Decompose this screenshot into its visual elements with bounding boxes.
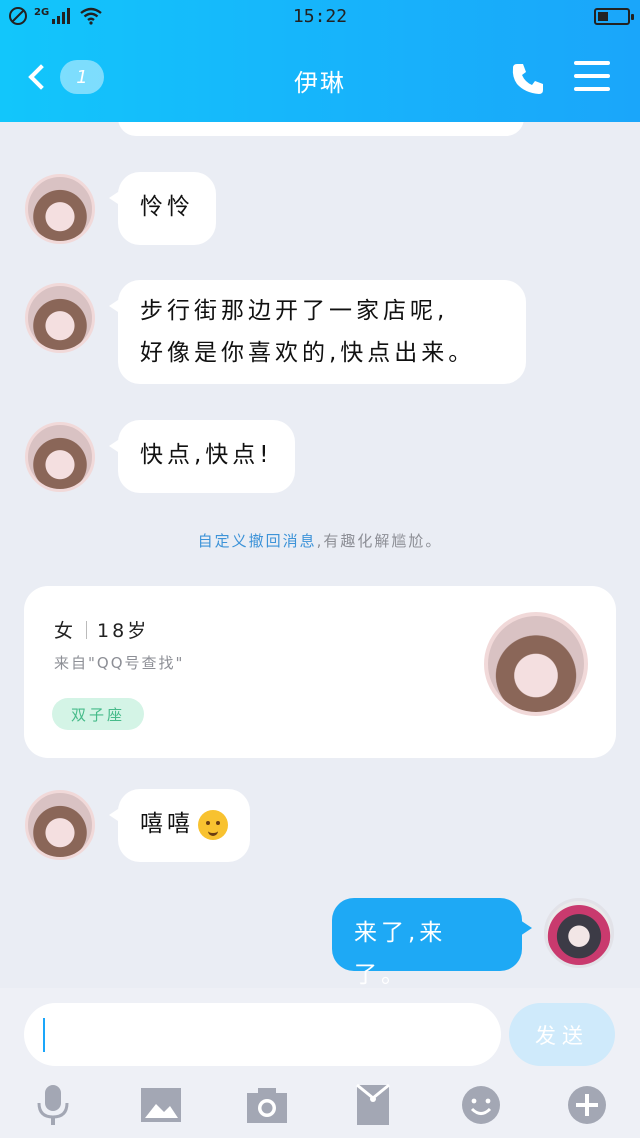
chat-header: 2G 15:22 1 伊琳 bbox=[0, 0, 640, 122]
message-text: 好像是你喜欢的,快点出来。 bbox=[140, 340, 476, 366]
profile-age: 18岁 bbox=[97, 620, 150, 642]
profile-gender-age: 女 18岁 bbox=[54, 616, 149, 643]
emoji-face-icon bbox=[462, 1086, 500, 1124]
image-icon bbox=[141, 1088, 181, 1122]
smile-emoji-icon bbox=[198, 809, 228, 840]
plus-icon bbox=[568, 1086, 606, 1124]
profile-card[interactable]: 女 18岁 来自"QQ号查找" 双子座 bbox=[24, 586, 616, 758]
call-button[interactable] bbox=[508, 59, 548, 99]
send-button[interactable]: 发送 bbox=[509, 1003, 615, 1066]
status-time: 15:22 bbox=[292, 6, 348, 27]
more-button[interactable] bbox=[562, 1080, 612, 1130]
message-input[interactable] bbox=[24, 1003, 501, 1066]
message-bubble[interactable]: 怜怜 bbox=[109, 172, 216, 245]
message-bubble[interactable]: 快点,快点! bbox=[109, 420, 295, 493]
menu-line bbox=[574, 87, 610, 91]
message-text: 嘻嘻 bbox=[140, 811, 194, 837]
text-cursor bbox=[43, 1018, 45, 1052]
chat-messages[interactable]: 怜怜 步行街那边开了一家店呢, 好像是你喜欢的,快点出来。 快点,快点! 自定义… bbox=[0, 122, 640, 988]
input-toolbar bbox=[0, 1080, 640, 1130]
camera-icon bbox=[247, 1088, 287, 1123]
voice-button[interactable] bbox=[28, 1080, 78, 1130]
message-bubble[interactable]: 嘻嘻 bbox=[109, 789, 250, 862]
message-text: 怜怜 bbox=[140, 194, 194, 220]
camera-button[interactable] bbox=[242, 1080, 292, 1130]
my-avatar[interactable] bbox=[544, 898, 614, 968]
message-text: 步行街那边开了一家店呢, bbox=[140, 298, 449, 324]
contact-avatar[interactable] bbox=[25, 174, 95, 244]
battery-level bbox=[598, 12, 608, 21]
contact-avatar[interactable] bbox=[25, 422, 95, 492]
menu-line bbox=[574, 61, 610, 65]
profile-source: 来自"QQ号查找" bbox=[54, 654, 185, 672]
zodiac-tag: 双子座 bbox=[52, 698, 144, 730]
red-packet-button[interactable] bbox=[348, 1080, 398, 1130]
profile-avatar[interactable] bbox=[484, 612, 588, 716]
image-button[interactable] bbox=[136, 1080, 186, 1130]
menu-line bbox=[574, 74, 610, 78]
profile-gender: 女 bbox=[54, 620, 77, 642]
message-bubble[interactable]: 步行街那边开了一家店呢, 好像是你喜欢的,快点出来。 bbox=[109, 280, 526, 384]
my-message-bubble[interactable]: 来了,来了。 bbox=[332, 898, 532, 988]
system-note: 自定义撤回消息,有趣化解尴尬。 bbox=[0, 530, 640, 551]
previous-message-bubble[interactable] bbox=[118, 122, 524, 136]
message-text: 来了,来了。 bbox=[354, 920, 447, 988]
message-text: 快点,快点! bbox=[140, 442, 273, 468]
menu-button[interactable] bbox=[574, 61, 610, 93]
microphone-icon bbox=[37, 1085, 69, 1125]
contact-avatar[interactable] bbox=[25, 790, 95, 860]
status-bar: 2G 15:22 bbox=[0, 0, 640, 34]
contact-avatar[interactable] bbox=[25, 283, 95, 353]
custom-recall-link[interactable]: 自定义撤回消息 bbox=[198, 532, 317, 550]
battery-icon bbox=[594, 8, 634, 25]
nav-row: 1 伊琳 bbox=[0, 45, 640, 109]
input-area: 发送 bbox=[0, 988, 640, 1138]
divider bbox=[86, 620, 88, 639]
red-packet-icon bbox=[356, 1084, 390, 1125]
system-note-text: ,有趣化解尴尬。 bbox=[316, 532, 443, 550]
emoji-button[interactable] bbox=[456, 1080, 506, 1130]
phone-icon bbox=[512, 64, 543, 94]
